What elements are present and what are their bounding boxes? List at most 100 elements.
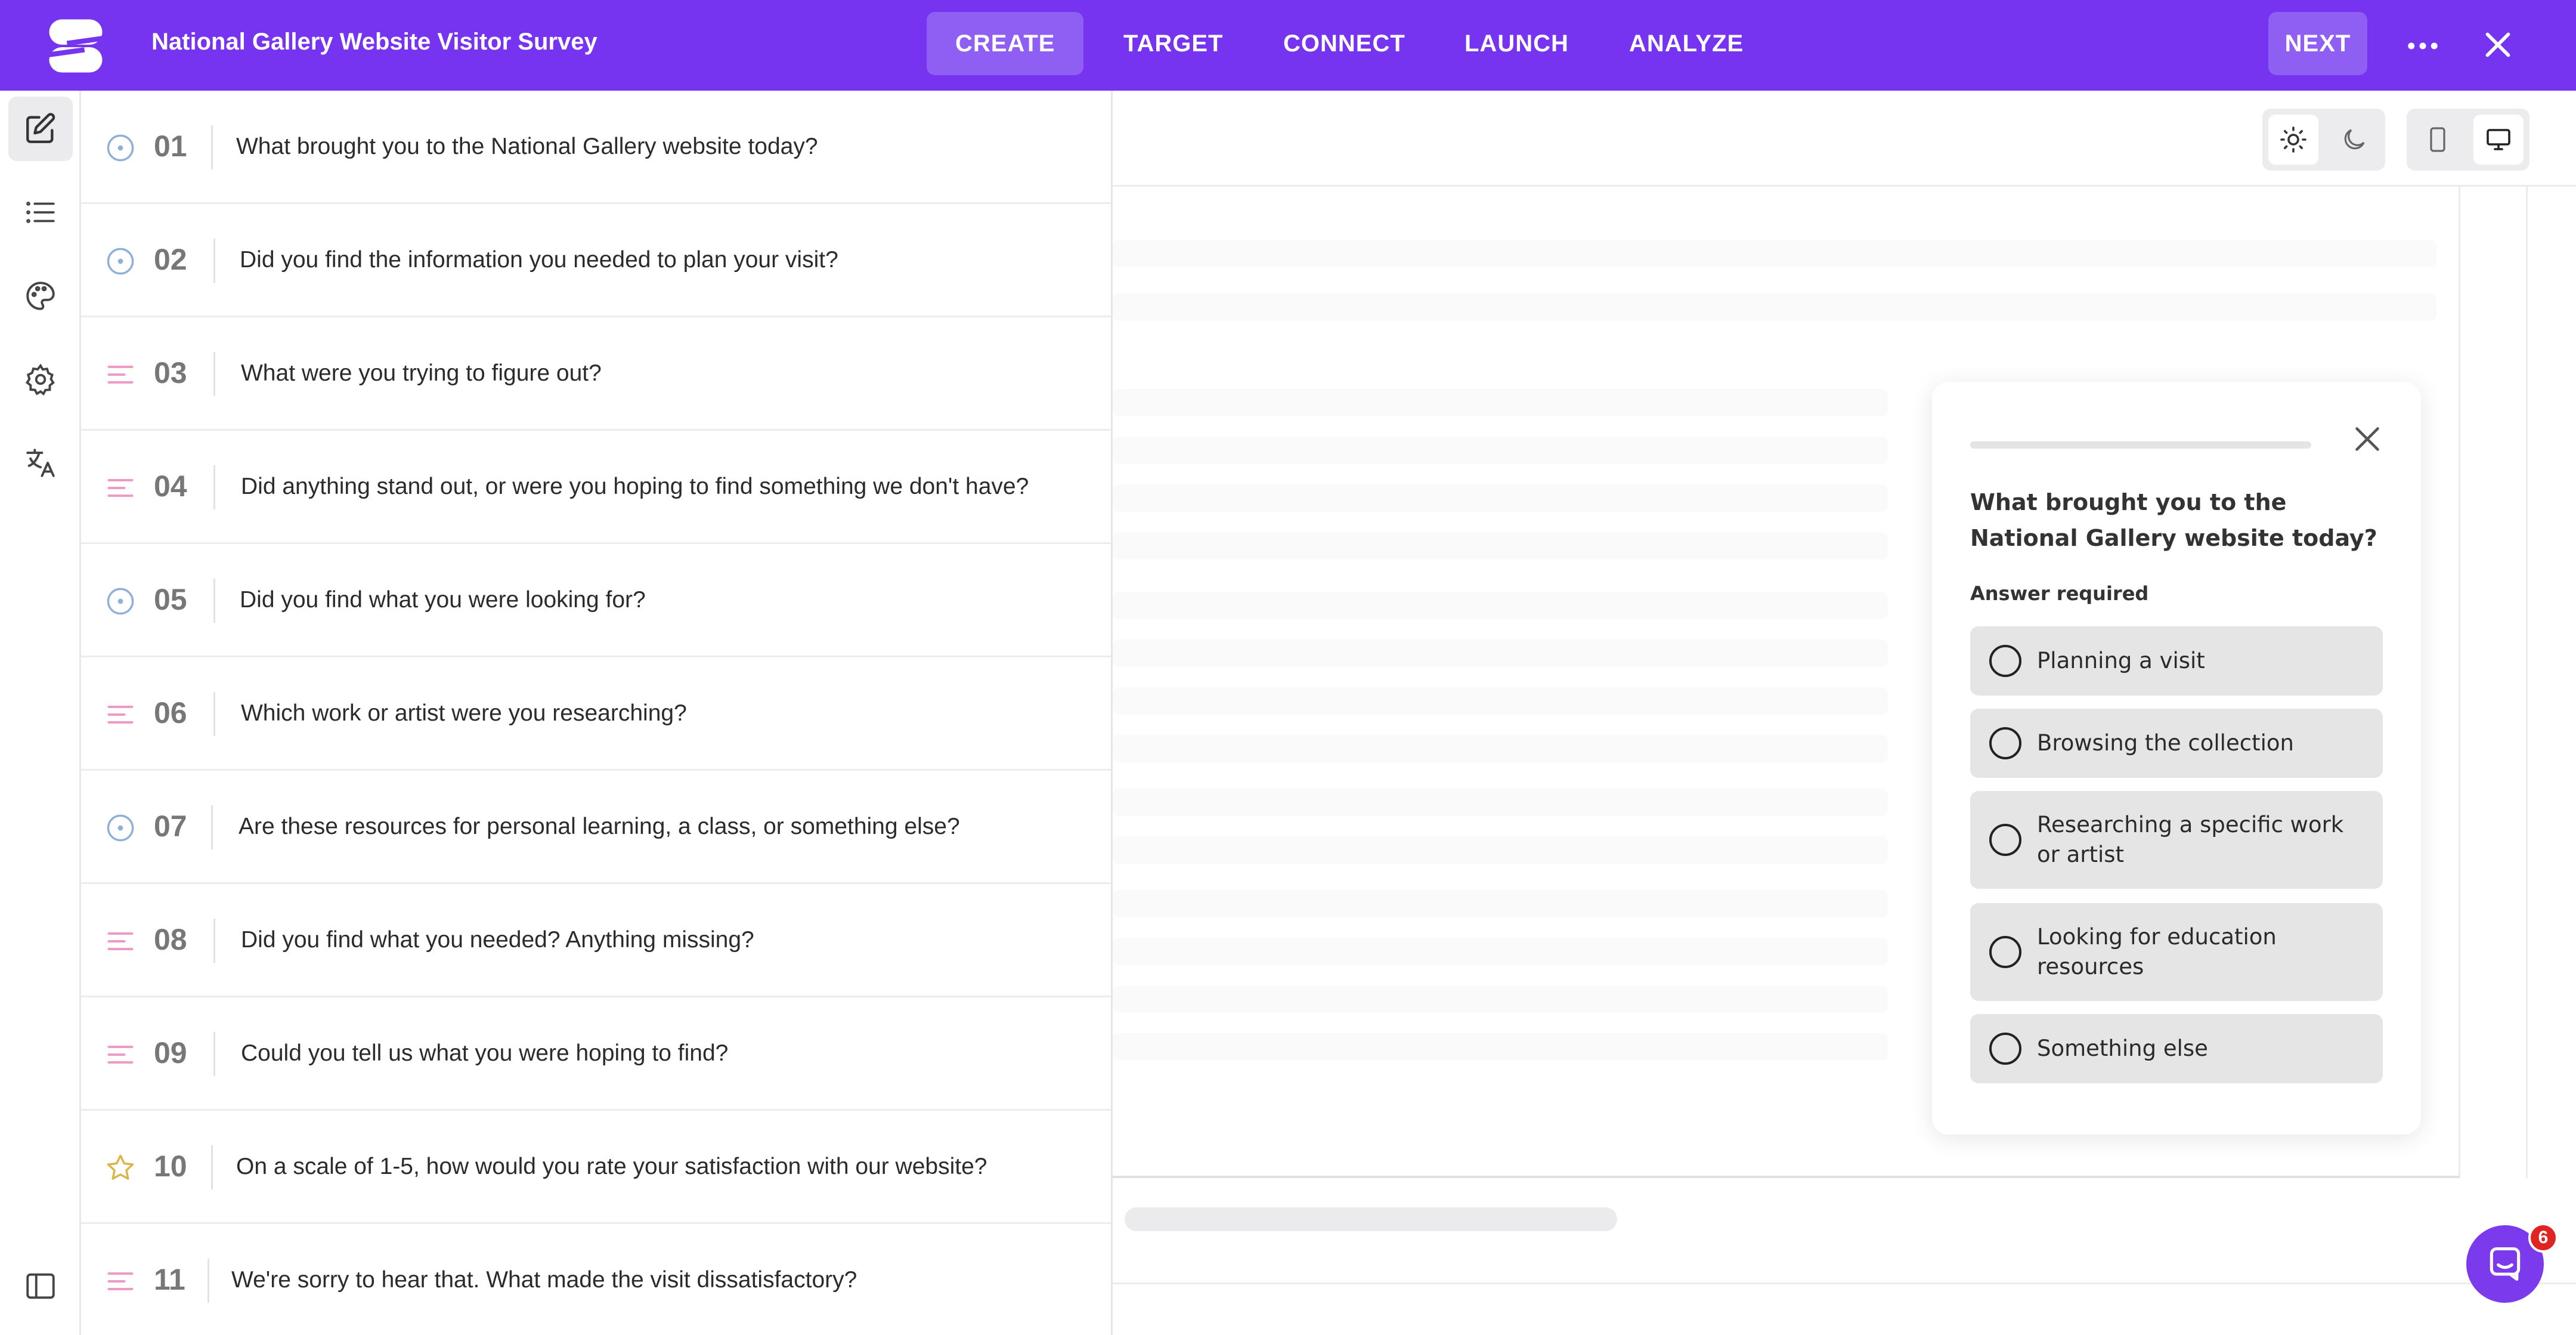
placeholder-stripe	[1113, 240, 2436, 267]
open-text-icon	[105, 699, 136, 730]
radio-button-icon[interactable]	[1989, 936, 2021, 968]
question-number-divider	[211, 1145, 213, 1189]
question-number: 02	[154, 243, 187, 276]
placeholder-stripe	[1113, 789, 1888, 816]
question-number-divider	[208, 1259, 209, 1303]
answer-choice[interactable]: Planning a visit	[1970, 626, 2383, 696]
dark-mode-icon[interactable]	[2329, 115, 2379, 165]
question-text: Did you find what you needed? Anything m…	[241, 927, 754, 953]
question-row-09[interactable]: 09 Could you tell us what you were hoping…	[81, 997, 1111, 1111]
answer-choice[interactable]: Something else	[1970, 1014, 2383, 1083]
placeholder-stripe	[1113, 938, 1888, 965]
question-number-divider	[213, 465, 215, 509]
placeholder-stripe	[1113, 639, 1888, 667]
question-text: Did you find what you were looking for?	[240, 587, 646, 613]
question-number: 01	[154, 129, 187, 163]
question-row-02[interactable]: 02 Did you find the information you neede…	[81, 204, 1111, 317]
question-row-10[interactable]: 10 On a scale of 1-5, how would you rate …	[81, 1111, 1111, 1224]
question-number-divider	[213, 692, 215, 736]
answer-choice[interactable]: Looking for education resources	[1970, 903, 2383, 1001]
radio-button-icon[interactable]	[1989, 727, 2021, 759]
question-list: 01 What brought you to the National Galle…	[81, 91, 1113, 1335]
progress-bar	[1970, 441, 2311, 449]
question-row-03[interactable]: 03 What were you trying to figure out?	[81, 317, 1111, 431]
horizontal-scrollbar[interactable]	[1125, 1207, 1617, 1231]
question-text: Could you tell us what you were hoping t…	[241, 1040, 729, 1066]
next-button[interactable]: NEXT	[2268, 12, 2367, 75]
question-number: 07	[154, 809, 187, 843]
single-choice-icon	[105, 586, 136, 617]
radio-button-icon[interactable]	[1989, 1033, 2021, 1065]
question-number-divider	[211, 805, 213, 849]
tab-launch[interactable]: LAUNCH	[1436, 12, 1597, 75]
question-row-01[interactable]: 01 What brought you to the National Galle…	[81, 91, 1111, 204]
question-row-11[interactable]: 11 We're sorry to hear that. What made th…	[81, 1224, 1111, 1335]
question-row-05[interactable]: 05 Did you find what you were looking for…	[81, 544, 1111, 657]
question-text: What were you trying to figure out?	[241, 360, 602, 386]
answer-choice-label: Something else	[2037, 1036, 2208, 1061]
radio-button-icon[interactable]	[1989, 645, 2021, 677]
more-options-icon[interactable]	[2403, 26, 2442, 66]
answer-choice[interactable]: Browsing the collection	[1970, 709, 2383, 778]
question-row-06[interactable]: 06 Which work or artist were you research…	[81, 657, 1111, 771]
question-number: 05	[154, 583, 187, 616]
tab-target[interactable]: TARGET	[1095, 12, 1252, 75]
question-text: On a scale of 1-5, how would you rate yo…	[236, 1154, 987, 1179]
question-row-04[interactable]: 04 Did anything stand out, or were you ho…	[81, 431, 1111, 544]
settings-gear-icon[interactable]	[8, 347, 73, 412]
light-mode-icon[interactable]	[2268, 115, 2318, 165]
translate-icon[interactable]	[8, 431, 73, 495]
card-close-icon[interactable]	[2349, 421, 2385, 457]
open-text-icon	[105, 359, 136, 390]
question-row-08[interactable]: 08 Did you find what you needed? Anything…	[81, 884, 1111, 997]
palette-icon[interactable]	[8, 264, 73, 328]
question-text: What brought you to the National Gallery…	[236, 134, 818, 159]
question-text: We're sorry to hear that. What made the …	[231, 1267, 857, 1293]
survey-preview-card: What brought you to the National Gallery…	[1932, 382, 2421, 1135]
app-logo-icon[interactable]	[44, 14, 107, 78]
survey-title[interactable]: National Gallery Website Visitor Survey	[151, 29, 597, 55]
chat-unread-badge: 6	[2528, 1223, 2558, 1253]
open-text-icon	[105, 926, 136, 957]
tab-connect[interactable]: CONNECT	[1255, 12, 1434, 75]
sidebar-toggle-icon[interactable]	[8, 1254, 73, 1318]
radio-button-icon[interactable]	[1989, 824, 2021, 856]
question-number: 03	[154, 356, 187, 390]
question-number: 10	[154, 1149, 187, 1183]
placeholder-stripe	[1113, 735, 1888, 762]
tab-create[interactable]: CREATE	[927, 12, 1084, 75]
answer-required-label: Answer required	[1970, 582, 2149, 605]
placeholder-stripe	[1113, 592, 1888, 619]
question-text: Did anything stand out, or were you hopi…	[241, 474, 1029, 499]
question-text: Which work or artist were you researchin…	[241, 700, 687, 726]
question-number: 09	[154, 1036, 187, 1070]
answer-choice-label: Planning a visit	[2037, 648, 2205, 673]
star-rating-icon	[105, 1152, 136, 1183]
placeholder-stripe	[1113, 985, 1888, 1013]
question-number-divider	[213, 239, 215, 283]
question-number: 08	[154, 923, 187, 956]
placeholder-stripe	[1113, 389, 1888, 416]
desktop-icon[interactable]	[2473, 115, 2524, 165]
placeholder-stripe	[1113, 532, 1888, 560]
question-number: 04	[154, 469, 187, 503]
mobile-icon[interactable]	[2413, 115, 2463, 165]
question-number-divider	[213, 919, 215, 963]
left-rail	[0, 91, 81, 1335]
tab-analyze[interactable]: ANALYZE	[1600, 12, 1772, 75]
close-icon[interactable]	[2477, 24, 2519, 66]
card-question: What brought you to the National Gallery…	[1970, 489, 2377, 551]
canvas-edge	[2526, 187, 2528, 1178]
top-bar: National Gallery Website Visitor Survey …	[0, 0, 2576, 91]
placeholder-stripe	[1113, 293, 2436, 321]
answer-choice[interactable]: Researching a specific work or artist	[1970, 791, 2383, 889]
question-number-divider	[211, 125, 213, 169]
question-row-07[interactable]: 07 Are these resources for personal learn…	[81, 771, 1111, 884]
open-text-icon	[105, 1039, 136, 1070]
theme-toggle	[2262, 109, 2385, 171]
edit-icon[interactable]	[8, 97, 73, 161]
question-number-divider	[213, 1032, 215, 1076]
list-icon[interactable]	[8, 180, 73, 245]
open-text-icon	[105, 1266, 136, 1297]
bottom-divider	[1113, 1283, 2576, 1284]
